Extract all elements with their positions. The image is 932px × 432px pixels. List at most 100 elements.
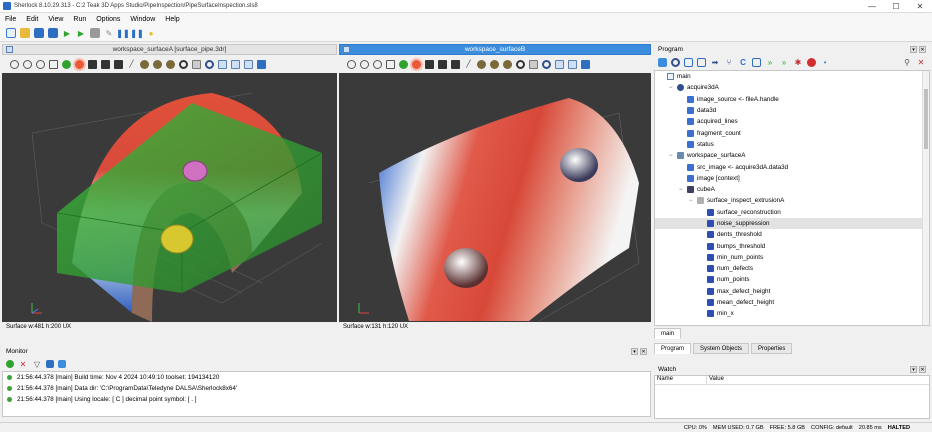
save-view-icon[interactable] — [581, 59, 590, 69]
tree-item[interactable]: num_defects — [655, 263, 929, 274]
program-branch-icon[interactable]: ⑂ — [724, 58, 734, 68]
cluster-icon[interactable] — [153, 59, 162, 69]
viewer-b-header[interactable]: workspace_surfaceB — [339, 44, 651, 55]
record-icon[interactable] — [412, 59, 421, 69]
view-icon[interactable] — [555, 59, 564, 69]
monitor-clear-icon[interactable]: ✕ — [18, 359, 28, 369]
zoom-fit-icon[interactable] — [36, 59, 45, 69]
minimize-button[interactable]: — — [860, 0, 884, 13]
tree-item[interactable]: fragment_count — [655, 127, 929, 138]
panel-close-icon[interactable]: ✕ — [919, 46, 926, 53]
stop-icon[interactable] — [90, 28, 100, 38]
line-icon[interactable]: ╱ — [464, 60, 473, 69]
tree-scrollbar[interactable] — [922, 71, 929, 325]
program-script-icon[interactable] — [752, 58, 761, 67]
tree-item[interactable]: surface_reconstruction — [655, 207, 929, 218]
region-icon[interactable] — [451, 59, 460, 69]
program-break-icon[interactable]: ✱ — [793, 58, 803, 68]
panel-menu-icon[interactable]: ▾ — [631, 348, 638, 355]
tree-item[interactable]: noise_suppression — [655, 217, 929, 230]
points-icon[interactable] — [477, 59, 486, 69]
view-icon[interactable] — [218, 59, 227, 69]
menu-options[interactable]: Options — [91, 16, 125, 23]
blocks-icon[interactable] — [438, 59, 447, 69]
program-step-icon[interactable]: » — [779, 58, 789, 68]
search-icon[interactable] — [205, 59, 214, 69]
tree-item[interactable]: num_points — [655, 274, 929, 285]
tree-item[interactable]: src_image <- acquire3dA.data3d — [655, 161, 929, 172]
run-once-icon[interactable]: ▶ — [76, 28, 86, 38]
close-button[interactable]: ✕ — [908, 0, 932, 13]
program-stop-icon[interactable] — [807, 58, 816, 67]
program-grid-icon[interactable] — [697, 58, 706, 67]
tree-item[interactable]: dents_threshold — [655, 229, 929, 240]
tree-item[interactable]: max_defect_height — [655, 286, 929, 297]
menu-edit[interactable]: Edit — [21, 16, 43, 23]
points-icon[interactable] — [140, 59, 149, 69]
menu-help[interactable]: Help — [160, 16, 184, 23]
refresh-icon[interactable] — [231, 59, 240, 69]
viewer-a-header[interactable]: workspace_surfaceA [surface_pipe.3dr] — [2, 44, 337, 55]
tree-item[interactable]: − acquire3dA — [655, 82, 929, 93]
search-icon[interactable] — [542, 59, 551, 69]
program-dot-icon[interactable]: • — [820, 58, 830, 68]
run-icon[interactable]: ▶ — [62, 28, 72, 38]
measure-icon[interactable] — [529, 59, 538, 69]
edit-icon[interactable]: ✎ — [104, 28, 114, 38]
monitor-ok-icon[interactable] — [6, 360, 14, 368]
surface-3d-view-a[interactable] — [2, 73, 337, 322]
grid-icon[interactable] — [386, 59, 395, 69]
save-icon[interactable] — [34, 28, 44, 38]
tree-item[interactable]: bumps_threshold — [655, 240, 929, 251]
defect-icon[interactable] — [503, 59, 512, 69]
tree-item[interactable]: − workspace_surfaceA — [655, 150, 929, 161]
zoom-out-icon[interactable] — [360, 59, 369, 69]
tree-item[interactable]: min_x — [655, 308, 929, 319]
tree-expander[interactable]: − — [689, 198, 695, 204]
tab-system-objects[interactable]: System Objects — [693, 343, 750, 354]
grid-icon[interactable] — [49, 59, 58, 69]
program-new-icon[interactable] — [658, 58, 667, 67]
tree-item[interactable]: − surface_inspect_extrusionA — [655, 195, 929, 206]
program-remove-icon[interactable]: ✕ — [916, 58, 926, 68]
defect-icon[interactable] — [166, 59, 175, 69]
region-icon[interactable] — [114, 59, 123, 69]
select-icon[interactable] — [88, 59, 97, 69]
tree-item[interactable]: min_num_points — [655, 252, 929, 263]
bulb-icon[interactable]: ● — [146, 28, 156, 38]
green-dot-icon[interactable] — [62, 59, 71, 69]
green-dot-icon[interactable] — [399, 59, 408, 69]
save-all-icon[interactable] — [48, 28, 58, 38]
tree-expander[interactable]: − — [669, 85, 675, 91]
program-c-icon[interactable]: C — [738, 58, 748, 68]
open-icon[interactable] — [20, 28, 30, 38]
zoom-in-icon[interactable] — [10, 59, 19, 69]
target-icon[interactable] — [179, 59, 188, 69]
tab-program[interactable]: Program — [654, 343, 692, 354]
tree-expander[interactable]: − — [679, 187, 685, 193]
tree-item[interactable]: mean_defect_height — [655, 297, 929, 308]
panel-close-icon[interactable]: ✕ — [919, 366, 926, 373]
maximize-button[interactable]: ☐ — [884, 0, 908, 13]
export-icon[interactable] — [244, 59, 253, 69]
tree-item[interactable]: data3d — [655, 105, 929, 116]
tab-main[interactable]: main — [654, 328, 682, 339]
tree-item[interactable]: status — [655, 139, 929, 150]
tree-item[interactable]: image_source <- fileA.handle — [655, 94, 929, 105]
target-icon[interactable] — [516, 59, 525, 69]
program-window-icon[interactable] — [684, 58, 693, 67]
program-next-icon[interactable]: » — [765, 58, 775, 68]
tab-properties[interactable]: Properties — [751, 343, 793, 354]
menu-file[interactable]: File — [0, 16, 21, 23]
save-view-icon[interactable] — [257, 59, 266, 69]
monitor-save-icon[interactable] — [46, 360, 54, 368]
surface-3d-view-b[interactable] — [339, 73, 651, 322]
select-icon[interactable] — [425, 59, 434, 69]
blocks-icon[interactable] — [101, 59, 110, 69]
menu-view[interactable]: View — [43, 16, 68, 23]
zoom-in-icon[interactable] — [347, 59, 356, 69]
program-arrow-icon[interactable]: ➡ — [710, 58, 720, 68]
record-icon[interactable] — [75, 59, 84, 69]
monitor-filter-icon[interactable]: ▽ — [32, 359, 42, 369]
refresh-icon[interactable] — [568, 59, 577, 69]
